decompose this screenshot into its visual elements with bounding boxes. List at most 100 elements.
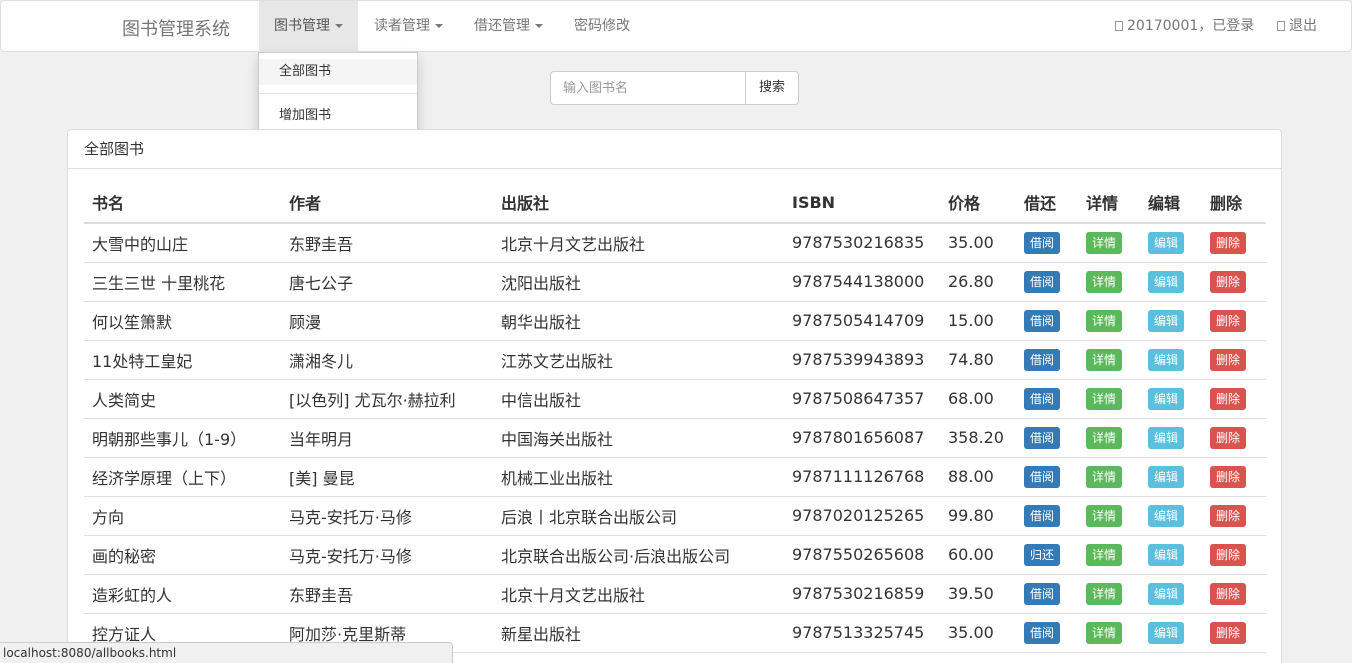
cell-price: 68.00 bbox=[940, 379, 1016, 419]
cell-price: 88.00 bbox=[940, 457, 1016, 497]
nav-readers[interactable]: 读者管理 bbox=[359, 1, 458, 52]
cell-price: 15.00 bbox=[940, 301, 1016, 341]
borrow-button[interactable]: 借阅 bbox=[1024, 465, 1060, 488]
edit-button[interactable]: 编辑 bbox=[1148, 387, 1184, 410]
cell-title: 大雪中的山庄 bbox=[84, 223, 281, 263]
cell-detail: 详情 bbox=[1078, 457, 1140, 497]
delete-button[interactable]: 删除 bbox=[1210, 387, 1246, 410]
return-button[interactable]: 归还 bbox=[1024, 543, 1060, 566]
cell-delete: 删除 bbox=[1202, 457, 1266, 497]
nav-password-label: 密码修改 bbox=[574, 18, 630, 34]
edit-button[interactable]: 编辑 bbox=[1148, 309, 1184, 332]
edit-button[interactable]: 编辑 bbox=[1148, 348, 1184, 371]
cell-publisher: 中信出版社 bbox=[493, 379, 784, 419]
cell-delete: 删除 bbox=[1202, 262, 1266, 302]
cell-title: 明朝那些事儿（1-9） bbox=[84, 418, 281, 458]
borrow-button[interactable]: 借阅 bbox=[1024, 309, 1060, 332]
cell-price: 26.80 bbox=[940, 262, 1016, 302]
borrow-button[interactable]: 借阅 bbox=[1024, 387, 1060, 410]
detail-button[interactable]: 详情 bbox=[1086, 270, 1122, 293]
cell-author: [以色列] 尤瓦尔·赫拉利 bbox=[281, 379, 493, 419]
cell-author: 当年明月 bbox=[281, 418, 493, 458]
cell-edit: 编辑 bbox=[1140, 457, 1202, 497]
books-panel: 全部图书 书名 作者 出版社 ISBN 价格 借还 详情 编辑 删除 大雪中的山… bbox=[67, 129, 1282, 663]
detail-button[interactable]: 详情 bbox=[1086, 426, 1122, 449]
cell-price: 35.00 bbox=[940, 613, 1016, 653]
search-button[interactable]: 搜索 bbox=[745, 71, 799, 105]
cell-detail: 详情 bbox=[1078, 379, 1140, 419]
cell-borrow: 借阅 bbox=[1016, 379, 1078, 419]
cell-detail: 详情 bbox=[1078, 496, 1140, 536]
edit-button[interactable]: 编辑 bbox=[1148, 504, 1184, 527]
borrow-button[interactable]: 借阅 bbox=[1024, 231, 1060, 254]
nav-password[interactable]: 密码修改 bbox=[559, 1, 645, 52]
detail-button[interactable]: 详情 bbox=[1086, 309, 1122, 332]
dropdown-divider bbox=[259, 93, 417, 94]
edit-button[interactable]: 编辑 bbox=[1148, 426, 1184, 449]
detail-button[interactable]: 详情 bbox=[1086, 582, 1122, 605]
table-row: 造彩虹的人 东野圭吾 北京十月文艺出版社 9787530216859 39.50 借阅 详情… bbox=[84, 574, 1266, 614]
search-input[interactable] bbox=[550, 71, 746, 105]
borrow-button[interactable]: 借阅 bbox=[1024, 582, 1060, 605]
books-table: 书名 作者 出版社 ISBN 价格 借还 详情 编辑 删除 大雪中的山庄 东野圭吾… bbox=[84, 182, 1266, 653]
borrow-button[interactable]: 借阅 bbox=[1024, 270, 1060, 293]
detail-button[interactable]: 详情 bbox=[1086, 387, 1122, 410]
cell-edit: 编辑 bbox=[1140, 418, 1202, 458]
detail-button[interactable]: 详情 bbox=[1086, 504, 1122, 527]
borrow-button[interactable]: 借阅 bbox=[1024, 621, 1060, 644]
dropdown-item-all-books[interactable]: 全部图书 bbox=[259, 59, 417, 85]
borrow-button[interactable]: 借阅 bbox=[1024, 348, 1060, 371]
delete-button[interactable]: 删除 bbox=[1210, 270, 1246, 293]
cell-price: 35.00 bbox=[940, 223, 1016, 263]
cell-publisher: 后浪丨北京联合出版公司 bbox=[493, 496, 784, 536]
user-status[interactable]: 20170001，已登录 bbox=[1115, 1, 1254, 52]
edit-button[interactable]: 编辑 bbox=[1148, 465, 1184, 488]
cell-author: 潇湘冬儿 bbox=[281, 340, 493, 380]
dropdown-item-add-book[interactable]: 增加图书 bbox=[259, 103, 417, 129]
cell-price: 60.00 bbox=[940, 535, 1016, 575]
logout-link[interactable]: 退出 bbox=[1277, 1, 1317, 52]
chevron-down-icon bbox=[335, 24, 343, 28]
delete-button[interactable]: 删除 bbox=[1210, 426, 1246, 449]
edit-button[interactable]: 编辑 bbox=[1148, 582, 1184, 605]
delete-button[interactable]: 删除 bbox=[1210, 543, 1246, 566]
delete-button[interactable]: 删除 bbox=[1210, 309, 1246, 332]
cell-price: 358.20 bbox=[940, 418, 1016, 458]
cell-isbn: 9787513325745 bbox=[784, 613, 940, 653]
detail-button[interactable]: 详情 bbox=[1086, 231, 1122, 254]
cell-isbn: 9787544138000 bbox=[784, 262, 940, 302]
table-row: 人类简史 [以色列] 尤瓦尔·赫拉利 中信出版社 9787508647357 68.00… bbox=[84, 379, 1266, 419]
delete-button[interactable]: 删除 bbox=[1210, 465, 1246, 488]
edit-button[interactable]: 编辑 bbox=[1148, 270, 1184, 293]
detail-button[interactable]: 详情 bbox=[1086, 465, 1122, 488]
edit-button[interactable]: 编辑 bbox=[1148, 543, 1184, 566]
brand[interactable]: 图书管理系统 bbox=[122, 15, 230, 41]
header-title: 书名 bbox=[84, 182, 281, 224]
cell-title: 11处特工皇妃 bbox=[84, 340, 281, 380]
cell-isbn: 9787508647357 bbox=[784, 379, 940, 419]
cell-borrow: 借阅 bbox=[1016, 262, 1078, 302]
detail-button[interactable]: 详情 bbox=[1086, 348, 1122, 371]
browser-status-bar: localhost:8080/allbooks.html bbox=[0, 642, 453, 663]
detail-button[interactable]: 详情 bbox=[1086, 621, 1122, 644]
cell-detail: 详情 bbox=[1078, 613, 1140, 653]
cell-author: 马克-安托万·马修 bbox=[281, 496, 493, 536]
delete-button[interactable]: 删除 bbox=[1210, 504, 1246, 527]
delete-button[interactable]: 删除 bbox=[1210, 621, 1246, 644]
borrow-button[interactable]: 借阅 bbox=[1024, 504, 1060, 527]
edit-button[interactable]: 编辑 bbox=[1148, 231, 1184, 254]
cell-delete: 删除 bbox=[1202, 379, 1266, 419]
cell-edit: 编辑 bbox=[1140, 379, 1202, 419]
detail-button[interactable]: 详情 bbox=[1086, 543, 1122, 566]
cell-edit: 编辑 bbox=[1140, 340, 1202, 380]
nav-books[interactable]: 图书管理 bbox=[259, 1, 358, 52]
cell-detail: 详情 bbox=[1078, 340, 1140, 380]
edit-button[interactable]: 编辑 bbox=[1148, 621, 1184, 644]
panel-title: 全部图书 bbox=[68, 130, 1281, 169]
cell-title: 画的秘密 bbox=[84, 535, 281, 575]
borrow-button[interactable]: 借阅 bbox=[1024, 426, 1060, 449]
delete-button[interactable]: 删除 bbox=[1210, 348, 1246, 371]
nav-borrow[interactable]: 借还管理 bbox=[459, 1, 558, 52]
delete-button[interactable]: 删除 bbox=[1210, 582, 1246, 605]
delete-button[interactable]: 删除 bbox=[1210, 231, 1246, 254]
